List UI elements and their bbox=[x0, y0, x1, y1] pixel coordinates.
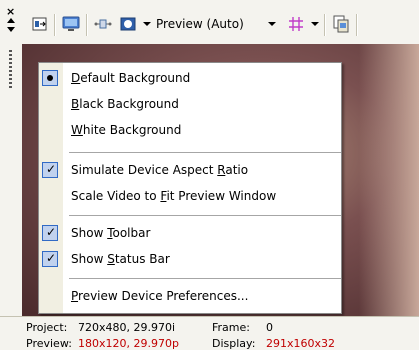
display-label: Display: bbox=[212, 337, 256, 350]
overlays-button[interactable] bbox=[94, 14, 112, 34]
frame-label: Frame: bbox=[212, 321, 250, 334]
menu-item-simulate-aspect-ratio[interactable]: ✓ Simulate Device Aspect Ratio bbox=[39, 159, 341, 183]
status-bar: Project: 720x480, 29.970i Frame: 0 Previ… bbox=[0, 316, 419, 350]
background-color-icon bbox=[120, 17, 136, 31]
scroll-up-icon[interactable] bbox=[7, 18, 15, 23]
menu-item-white-background[interactable]: White Background bbox=[39, 119, 341, 143]
preview-toolbar: Preview (Auto) bbox=[22, 2, 419, 44]
dropdown-arrow-icon bbox=[143, 22, 151, 26]
project-label: Project: bbox=[26, 321, 68, 334]
copy-snapshot-button[interactable] bbox=[332, 14, 350, 34]
frame-value: 0 bbox=[266, 321, 273, 334]
display-value: 291x160x32 bbox=[266, 337, 336, 350]
monitor-icon bbox=[62, 16, 80, 31]
dropdown-arrow-icon bbox=[311, 22, 319, 26]
copy-snapshot-icon bbox=[333, 15, 349, 33]
grid-dropdown[interactable] bbox=[311, 14, 319, 34]
dropdown-arrow-icon bbox=[268, 22, 276, 26]
menu-item-black-background[interactable]: Black Background bbox=[39, 93, 341, 117]
preview-quality-dropdown[interactable]: Preview (Auto) bbox=[156, 14, 244, 34]
checkmark-icon: ✓ bbox=[42, 251, 58, 267]
overlay-icon bbox=[94, 19, 112, 29]
external-monitor-button[interactable] bbox=[62, 14, 80, 34]
menu-item-default-background[interactable]: Default Background bbox=[39, 67, 341, 91]
preview-value: 180x120, 29.970p bbox=[78, 337, 179, 350]
dock-strip: × bbox=[0, 0, 22, 316]
checkmark-icon: ✓ bbox=[42, 225, 58, 241]
menu-separator bbox=[69, 278, 341, 279]
radio-selected-icon bbox=[42, 70, 58, 86]
preview-label: Preview: bbox=[26, 337, 72, 350]
grid-button[interactable] bbox=[288, 14, 304, 34]
background-context-menu: Default Background Black Background Whit… bbox=[38, 62, 342, 314]
grid-icon bbox=[289, 17, 303, 31]
preview-quality-label: Preview (Auto) bbox=[156, 17, 244, 31]
background-dropdown[interactable] bbox=[143, 14, 151, 34]
menu-item-scale-video[interactable]: Scale Video to Fit Preview Window bbox=[39, 185, 341, 209]
background-color-button[interactable] bbox=[120, 14, 136, 34]
menu-item-show-toolbar[interactable]: ✓ Show Toolbar bbox=[39, 222, 341, 246]
preview-quality-arrow[interactable] bbox=[268, 14, 276, 34]
scroll-down-icon[interactable] bbox=[7, 27, 15, 32]
split-screen-button[interactable] bbox=[32, 14, 48, 34]
drag-grip-icon[interactable] bbox=[9, 50, 12, 90]
menu-item-show-status-bar[interactable]: ✓ Show Status Bar bbox=[39, 248, 341, 272]
menu-item-device-preferences[interactable]: Preview Device Preferences... bbox=[39, 285, 341, 309]
close-icon[interactable]: × bbox=[6, 6, 15, 17]
checkmark-icon: ✓ bbox=[42, 162, 58, 178]
menu-separator bbox=[69, 215, 341, 216]
project-value: 720x480, 29.970i bbox=[78, 321, 176, 334]
menu-separator bbox=[69, 152, 341, 153]
split-screen-icon bbox=[32, 17, 47, 31]
